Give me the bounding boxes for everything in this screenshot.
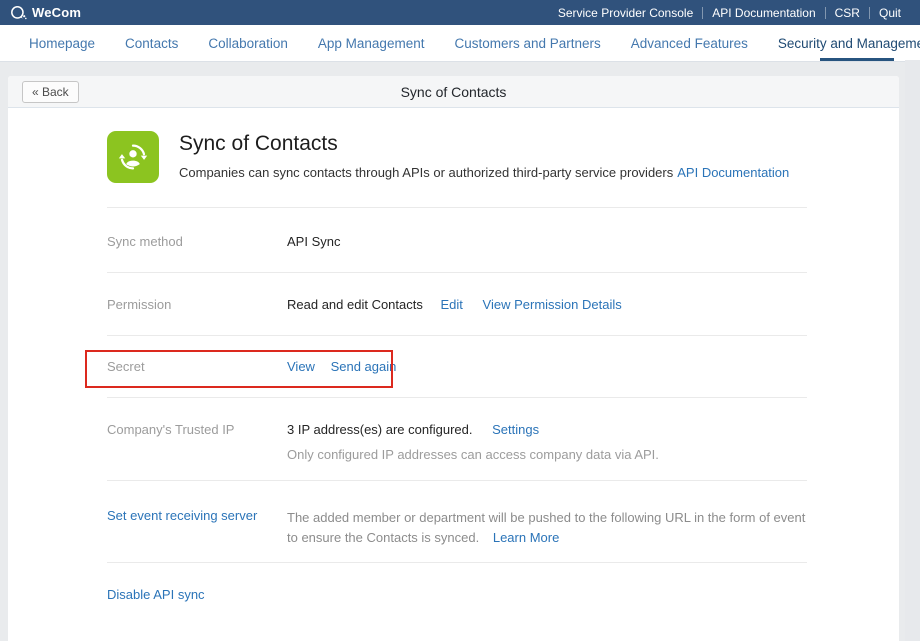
view-permission-details-link[interactable]: View Permission Details	[483, 297, 622, 312]
permission-value-group: Read and edit Contacts Edit View Permiss…	[287, 297, 622, 312]
trusted-ip-label: Company's Trusted IP	[107, 422, 287, 437]
nav-item-contacts[interactable]: Contacts	[110, 25, 193, 61]
learn-more-link[interactable]: Learn More	[493, 530, 559, 545]
trusted-ip-value-group: 3 IP address(es) are configured. Setting…	[287, 422, 659, 462]
api-documentation-link[interactable]: API Documentation	[677, 165, 789, 180]
topbar-link-api-documentation[interactable]: API Documentation	[702, 7, 824, 19]
set-event-server-link[interactable]: Set event receiving server	[107, 508, 287, 523]
subheader-title: Sync of Contacts	[8, 84, 899, 100]
page-subtitle: Companies can sync contacts through APIs…	[179, 165, 789, 180]
secret-view-link[interactable]: View	[287, 359, 315, 374]
topbar: WeCom Service Provider Console API Docum…	[0, 0, 920, 25]
trusted-ip-settings-link[interactable]: Settings	[492, 422, 539, 437]
topbar-link-service-provider-console[interactable]: Service Provider Console	[549, 7, 702, 19]
trusted-ip-value-line: 3 IP address(es) are configured. Setting…	[287, 422, 659, 437]
trusted-ip-value: 3 IP address(es) are configured.	[287, 422, 472, 437]
main-nav: Homepage Contacts Collaboration App Mana…	[0, 25, 920, 62]
secret-actions: View Send again	[287, 359, 396, 374]
topbar-links: Service Provider Console API Documentati…	[549, 0, 910, 25]
row-secret: Secret View Send again	[107, 335, 807, 397]
row-trusted-ip: Company's Trusted IP 3 IP address(es) ar…	[107, 397, 807, 480]
nav-item-homepage[interactable]: Homepage	[14, 25, 110, 61]
trusted-ip-note: Only configured IP addresses can access …	[287, 447, 659, 462]
page-header-text: Sync of Contacts Companies can sync cont…	[179, 131, 789, 183]
permission-label: Permission	[107, 297, 287, 312]
settings-list: Sync method API Sync Permission Read and…	[107, 207, 807, 641]
secret-label: Secret	[107, 359, 287, 374]
topbar-link-quit[interactable]: Quit	[869, 7, 910, 19]
page-title: Sync of Contacts	[179, 132, 789, 156]
content-area: Sync of Contacts Companies can sync cont…	[107, 108, 807, 641]
row-sync-method: Sync method API Sync	[107, 207, 807, 272]
nav-item-app-management[interactable]: App Management	[303, 25, 440, 61]
wecom-bubble-icon	[10, 5, 27, 21]
nav-item-security-and-management[interactable]: Security and Management	[763, 25, 920, 61]
row-permission: Permission Read and edit Contacts Edit V…	[107, 272, 807, 335]
subheader-bar: « Back Sync of Contacts	[8, 76, 899, 108]
sync-method-value: API Sync	[287, 234, 340, 249]
page-card: « Back Sync of Contacts Sync of Contacts…	[8, 76, 899, 641]
page-subtitle-text: Companies can sync contacts through APIs…	[179, 165, 673, 180]
wecom-logo[interactable]: WeCom	[10, 5, 81, 21]
nav-item-advanced-features[interactable]: Advanced Features	[616, 25, 763, 61]
contacts-sync-icon	[107, 131, 159, 183]
page-header: Sync of Contacts Companies can sync cont…	[107, 131, 807, 183]
event-server-description-group: The added member or department will be p…	[287, 508, 807, 548]
brand-name: WeCom	[32, 5, 81, 20]
permission-edit-link[interactable]: Edit	[441, 297, 463, 312]
nav-item-customers-and-partners[interactable]: Customers and Partners	[439, 25, 615, 61]
topbar-link-csr[interactable]: CSR	[825, 7, 869, 19]
row-disable-api-sync: Disable API sync	[107, 562, 807, 641]
secret-send-again-link[interactable]: Send again	[331, 359, 397, 374]
vertical-scrollbar[interactable]	[905, 60, 920, 641]
row-event-server: Set event receiving server The added mem…	[107, 480, 807, 562]
sync-method-label: Sync method	[107, 234, 287, 249]
disable-api-sync-link[interactable]: Disable API sync	[107, 587, 287, 602]
permission-value: Read and edit Contacts	[287, 297, 423, 312]
nav-item-collaboration[interactable]: Collaboration	[193, 25, 303, 61]
back-button[interactable]: « Back	[22, 81, 79, 103]
